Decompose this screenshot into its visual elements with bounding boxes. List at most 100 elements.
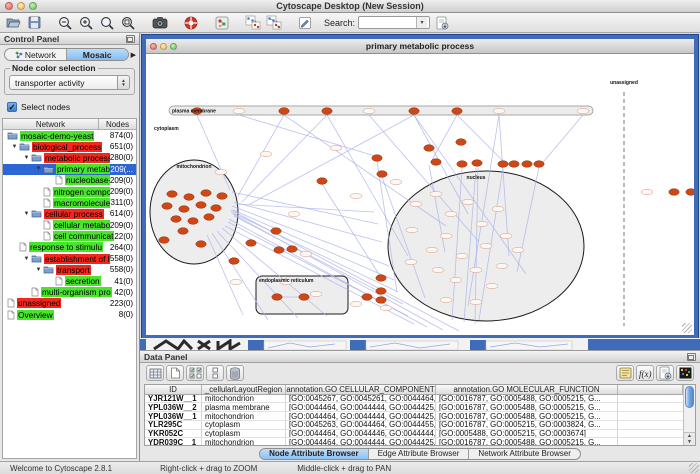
select-attributes-icon[interactable] — [186, 365, 204, 381]
network-canvas-svg[interactable]: plasma membranecytoplasmmitochondrionnuc… — [146, 54, 694, 335]
tab-edge-attribute-browser[interactable]: Edge Attribute Browser — [369, 449, 470, 459]
tree-row[interactable]: mosaic-demo-yeast874(0) — [3, 130, 136, 141]
zoom-in-icon[interactable] — [77, 14, 96, 31]
search-dropdown-arrow[interactable]: ▾ — [416, 17, 427, 28]
tab-network-attribute-browser[interactable]: Network Attribute Browser — [469, 449, 579, 459]
tree-row[interactable]: ▼metabolic process280(0) — [3, 152, 136, 163]
tree-row[interactable]: ▼biological_process651(0) — [3, 141, 136, 152]
zoom-out-icon[interactable] — [56, 14, 75, 31]
table-cell[interactable]: mitochondrion — [202, 438, 286, 446]
column-header[interactable]: _cellularLayoutRegion — [202, 385, 286, 394]
window-resize-grip[interactable] — [682, 323, 692, 333]
table-cell[interactable]: [GO:0045267, GO:0045261, GO:0044464, G..… — [286, 395, 436, 403]
graphics-details-icon[interactable] — [212, 14, 231, 31]
table-cell[interactable]: [GO:0016787, GO:0005488, GO:0005215, G..… — [436, 438, 618, 446]
tab-overflow-arrow[interactable]: ▶ — [131, 51, 136, 59]
network-view-window[interactable]: primary metabolic process plasma membran… — [142, 35, 698, 339]
column-header[interactable]: ID — [145, 385, 202, 394]
tree-row[interactable]: nitrogen compo209(0) — [3, 186, 136, 197]
snapshot-icon[interactable] — [150, 14, 169, 31]
table-cell[interactable]: [GO:0016787, GO:0005488, GO:0005215, G..… — [436, 403, 618, 411]
table-cell[interactable]: YJR121W__1 — [145, 395, 202, 403]
save-icon[interactable] — [25, 14, 44, 31]
new-attribute-icon[interactable] — [166, 365, 184, 381]
node-color-dropdown[interactable]: transporter activity ▲▼ — [9, 75, 130, 90]
tab-node-attribute-browser[interactable]: Node Attribute Browser — [260, 449, 369, 459]
table-cell[interactable]: cytoplasm — [202, 421, 286, 429]
tree-expander-icon[interactable]: ▼ — [22, 211, 31, 217]
tree-row[interactable]: response to stimulu264(0) — [3, 242, 136, 253]
table-scrollbar[interactable]: ▲▼ — [683, 385, 695, 445]
tab-network[interactable]: Network — [5, 49, 67, 60]
tree-row[interactable]: ▼transport558(0) — [3, 264, 136, 275]
tree-expander-icon[interactable]: ▼ — [22, 256, 31, 262]
tree-expander-icon[interactable]: ▼ — [22, 155, 31, 161]
help-icon[interactable] — [181, 14, 200, 31]
function-builder-icon[interactable]: f(x) — [636, 365, 654, 381]
new-network-nodes-all-edges-icon[interactable] — [243, 14, 262, 31]
table-cell[interactable]: [GO:0044464, GO:0044444, GO:0044425, G..… — [286, 438, 436, 446]
import-attributes-icon[interactable] — [656, 365, 674, 381]
table-row[interactable]: YPL036W__2plasma membrane[GO:0044464, GO… — [145, 403, 683, 412]
table-cell[interactable]: [GO:0044464, GO:0044446, GO:0044444, G..… — [286, 430, 436, 438]
tree-row[interactable]: cell communicat22(0) — [3, 231, 136, 242]
table-cell[interactable]: plasma membrane — [202, 403, 286, 411]
unselect-attributes-icon[interactable] — [206, 365, 224, 381]
scrollbar-thumb[interactable] — [685, 386, 694, 408]
scrollbar-arrows[interactable]: ▲▼ — [684, 432, 695, 445]
table-cell[interactable]: YPL036W__2 — [145, 403, 202, 411]
tree-column-network[interactable]: Network — [3, 119, 99, 129]
delete-attribute-icon[interactable] — [226, 365, 244, 381]
tree-row[interactable]: unassigned223(0) — [3, 298, 136, 309]
table-cell[interactable]: [GO:0045263, GO:0044464, GO:0044455, G..… — [286, 421, 436, 429]
tree-row[interactable]: ▼primary metabo209(... — [3, 164, 136, 175]
table-cell[interactable]: [GO:0016787, GO:0005488, GO:0005215, G..… — [436, 395, 618, 403]
zoom-selected-icon[interactable] — [119, 14, 138, 31]
table-cell[interactable]: YPL036W__1 — [145, 412, 202, 420]
tree-row[interactable]: multi-organism pro42(0) — [3, 287, 136, 298]
table-cell[interactable]: [GO:0005488, GO:0005215, GO:0003674] — [436, 430, 618, 438]
tab-mosaic[interactable]: Mosaic — [67, 49, 128, 60]
table-cell[interactable]: [GO:0016787, GO:0005215, GO:0003824, G..… — [436, 421, 618, 429]
tree-expander-icon[interactable]: ▼ — [34, 166, 43, 172]
table-cell[interactable]: YLR295C — [145, 421, 202, 429]
table-cell[interactable]: mitochondrion — [202, 412, 286, 420]
column-header[interactable]: annotation.GO CELLULAR_COMPONENT — [286, 385, 436, 394]
attribute-batch-icon[interactable] — [616, 365, 634, 381]
table-row[interactable]: YJR121W__1mitochondrion[GO:0045267, GO:0… — [145, 395, 683, 404]
tree-row[interactable]: cellular metabo209(0) — [3, 220, 136, 231]
search-input[interactable]: ▾ — [358, 16, 430, 29]
column-header[interactable]: annotation.GO MOLECULAR_FUNCTION — [436, 385, 618, 394]
table-cell[interactable]: [GO:0016787, GO:0005488, GO:0005215, G..… — [436, 412, 618, 420]
table-cell[interactable]: YDR039C__1 — [145, 438, 202, 446]
matrix-icon[interactable] — [676, 365, 694, 381]
network-window-titlebar[interactable]: primary metabolic process — [146, 39, 694, 54]
tree-row[interactable]: ▼establishment of lo558(0) — [3, 253, 136, 264]
float-data-panel-icon[interactable] — [687, 353, 696, 361]
tree-row[interactable]: nucleobase-209(0) — [3, 175, 136, 186]
tree-column-nodes[interactable]: Nodes — [99, 119, 136, 129]
tree-row[interactable]: secretion41(0) — [3, 275, 136, 286]
tree-expander-icon[interactable]: ▼ — [34, 267, 43, 273]
select-nodes-checkbox[interactable]: ✓ — [7, 102, 17, 112]
tree-row[interactable]: Overview8(0) — [3, 309, 136, 320]
zoom-fit-icon[interactable] — [98, 14, 117, 31]
app-resize-grip[interactable] — [689, 463, 699, 473]
open-icon[interactable] — [4, 14, 23, 31]
table-row[interactable]: YPL036W__1mitochondrion[GO:0044464, GO:0… — [145, 412, 683, 421]
table-row[interactable]: YLR295Ccytoplasm[GO:0045263, GO:0044464,… — [145, 421, 683, 430]
table-cell[interactable]: YKR052C — [145, 430, 202, 438]
annotation-icon[interactable] — [295, 14, 314, 31]
float-panel-icon[interactable] — [126, 35, 135, 43]
table-cell[interactable]: mitochondrion — [202, 395, 286, 403]
tree-expander-icon[interactable]: ▼ — [10, 144, 19, 150]
tree-row[interactable]: ▼cellular process614(0) — [3, 208, 136, 219]
table-row[interactable]: YKR052Ccytoplasm[GO:0044464, GO:0044446,… — [145, 430, 683, 439]
table-cell[interactable]: [GO:0044464, GO:0044444, GO:0044425, G..… — [286, 412, 436, 420]
import-attributes-icon[interactable] — [432, 14, 451, 31]
tree-row[interactable]: macromolecule311(0) — [3, 197, 136, 208]
table-row[interactable]: YDR039C__1mitochondrion[GO:0044464, GO:0… — [145, 438, 683, 446]
table-cell[interactable]: [GO:0044464, GO:0044444, GO:0044425, G..… — [286, 403, 436, 411]
table-cell[interactable]: cytoplasm — [202, 430, 286, 438]
attribute-matrix-icon[interactable] — [146, 365, 164, 381]
